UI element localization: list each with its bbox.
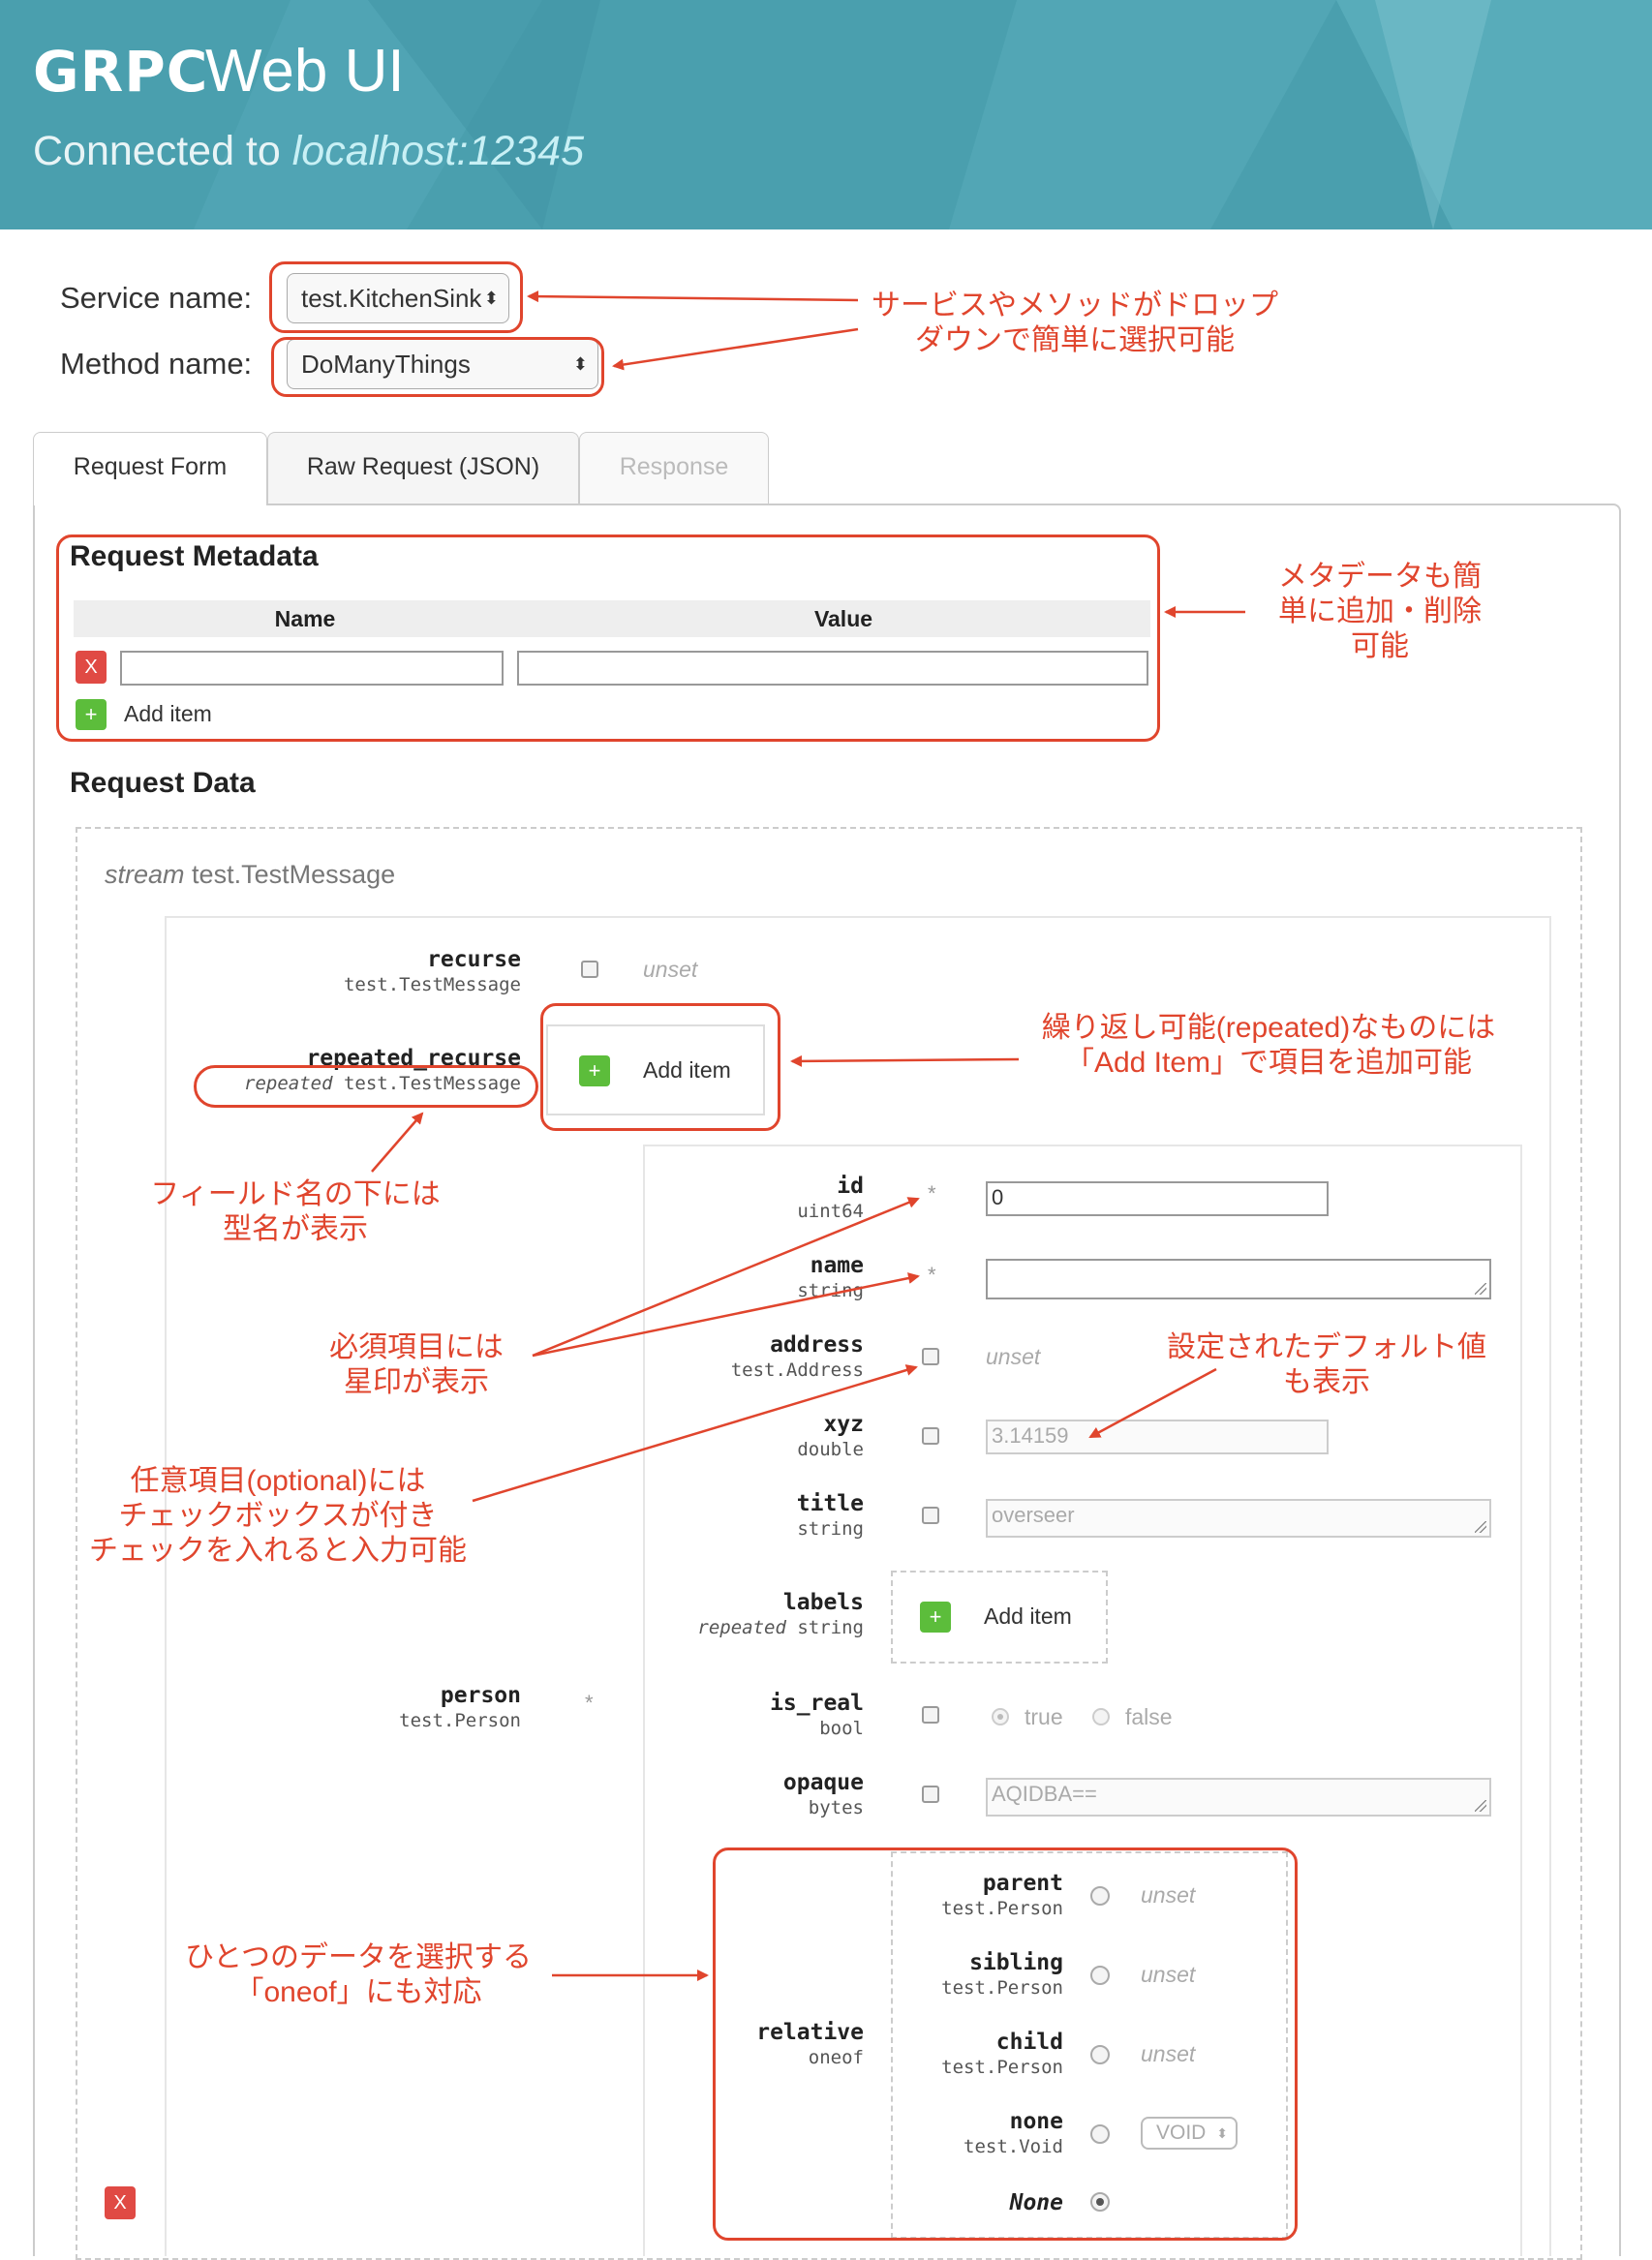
arrow-to-type-name: [371, 1112, 424, 1173]
arrow-to-default-value: [1088, 1367, 1217, 1439]
arrow-to-optional-checkbox: [472, 1364, 918, 1503]
arrow-to-add-item: [790, 1054, 1020, 1067]
arrow-to-name-star: [532, 1272, 920, 1358]
annotation-arrows: [371, 290, 1245, 1981]
arrow-to-service-select: [527, 290, 859, 303]
arrow-to-method-select: [612, 327, 859, 371]
arrow-to-id-star: [532, 1197, 920, 1358]
